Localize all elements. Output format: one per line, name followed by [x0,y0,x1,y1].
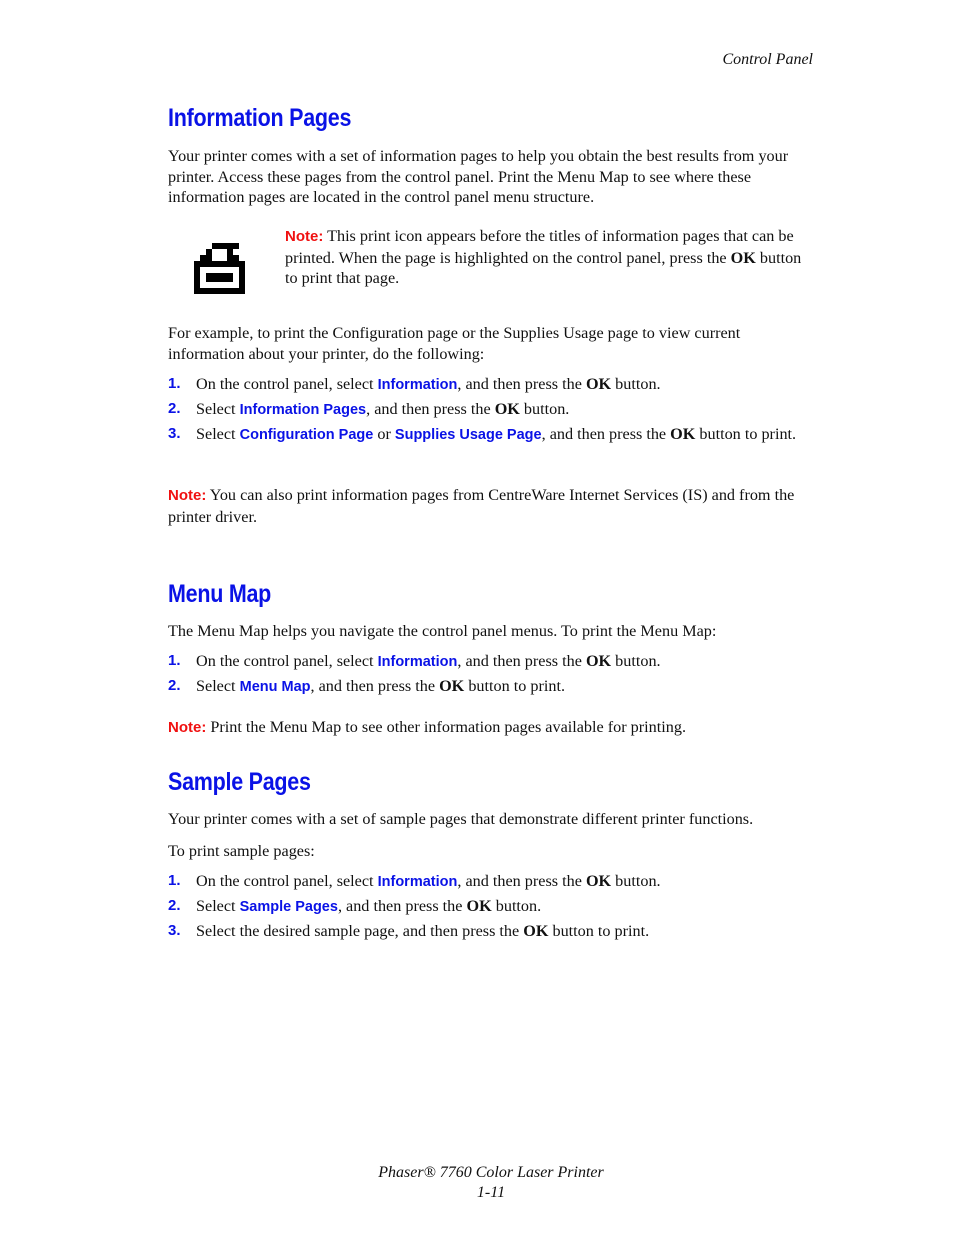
menu-item-ref: Information [377,874,458,890]
list-item: 2. Select Information Pages, and then pr… [168,399,808,421]
ok-button-ref: OK [585,872,612,890]
footer-product: Phaser® 7760 Color Laser Printer [378,1164,604,1181]
ok-button-ref: OK [585,652,612,670]
list-item: 3. Select the desired sample page, and t… [168,921,808,942]
step-text: , and then press the [457,872,586,890]
ok-button-ref: OK [670,425,696,443]
note-label: Note: [168,719,207,736]
info-note: Note: You can also print information pag… [168,485,818,527]
step-text: button. [611,652,661,670]
print-icon [194,243,245,294]
step-text: , and then press the [457,652,586,670]
ok-button-ref: OK [523,922,549,940]
menu-item-ref: Information [377,377,458,393]
step-text: or [373,425,395,443]
menu-item-ref: Sample Pages [239,899,338,915]
step-number: 2. [168,400,181,417]
running-header: Control Panel [722,51,813,68]
step-text: button to print. [695,425,797,443]
step-text: Select the desired sample page, and then… [196,922,524,940]
step-number: 2. [168,897,181,914]
section-title-sample-pages: Sample Pages [168,768,311,796]
print-icon-note: Note: This print icon appears before the… [285,226,815,289]
list-item: 2. Select Menu Map, and then press the O… [168,676,808,698]
step-text: button to print. [548,922,650,940]
ok-button-ref: OK [730,248,756,267]
step-text: , and then press the [310,677,440,695]
menu-item-ref: Information Pages [239,402,367,418]
step-text: button. [519,400,570,418]
list-item: 2. Select Sample Pages, and then press t… [168,896,808,918]
step-text: , and then press the [366,400,495,418]
menu-item-ref: Information [377,654,458,670]
step-number: 2. [168,677,181,694]
document-page: Control Panel Information Pages Your pri… [0,0,954,1235]
list-item: 1. On the control panel, select Informat… [168,374,808,396]
sample-pages-lead: To print sample pages: [168,842,315,860]
ok-button-ref: OK [494,400,520,418]
step-text: On the control panel, select [196,375,378,393]
step-number: 1. [168,652,181,669]
step-text: , and then press the [337,897,467,915]
note-text: You can also print information pages fro… [168,486,795,526]
information-pages-intro: Your printer comes with a set of informa… [168,147,789,206]
menu-item-ref: Menu Map [239,679,311,695]
menu-item-ref: Configuration Page [239,427,374,443]
step-number: 3. [168,922,181,939]
step-text: On the control panel, select [196,652,378,670]
note-text: This print icon appears before the title… [285,227,794,267]
step-number: 1. [168,872,181,889]
list-item: 1. On the control panel, select Informat… [168,871,808,893]
step-text: , and then press the [457,375,586,393]
step-text: Select [196,897,240,915]
menu-map-note: Note: Print the Menu Map to see other in… [168,717,818,739]
step-text: Select [196,677,240,695]
menu-map-intro: The Menu Map helps you navigate the cont… [168,622,717,640]
step-text: On the control panel, select [196,872,378,890]
note-label: Note: [168,487,207,504]
step-number: 3. [168,425,181,442]
sample-pages-intro: Your printer comes with a set of sample … [168,810,754,828]
page-footer: Phaser® 7760 Color Laser Printer 1-11 [0,1163,954,1203]
menu-item-ref: Supplies Usage Page [394,427,542,443]
footer-page-number: 1-11 [476,1184,506,1201]
list-item: 1. On the control panel, select Informat… [168,651,808,673]
step-text: button. [611,375,661,393]
section-title-information-pages: Information Pages [168,104,352,132]
note-label: Note: [285,228,324,245]
step-text: , and then press the [541,425,671,443]
step-text: button. [491,897,542,915]
step-text: button to print. [464,677,565,695]
ok-button-ref: OK [585,375,612,393]
step-text: Select [196,425,240,443]
ok-button-ref: OK [466,897,492,915]
section-title-menu-map: Menu Map [168,580,272,608]
example-paragraph: For example, to print the Configuration … [168,324,741,363]
note-text: Print the Menu Map to see other informat… [206,718,686,736]
ok-button-ref: OK [439,677,465,695]
list-item: 3. Select Configuration Page or Supplies… [168,424,808,446]
step-text: Select [196,400,240,418]
step-number: 1. [168,375,181,392]
step-text: button. [611,872,661,890]
